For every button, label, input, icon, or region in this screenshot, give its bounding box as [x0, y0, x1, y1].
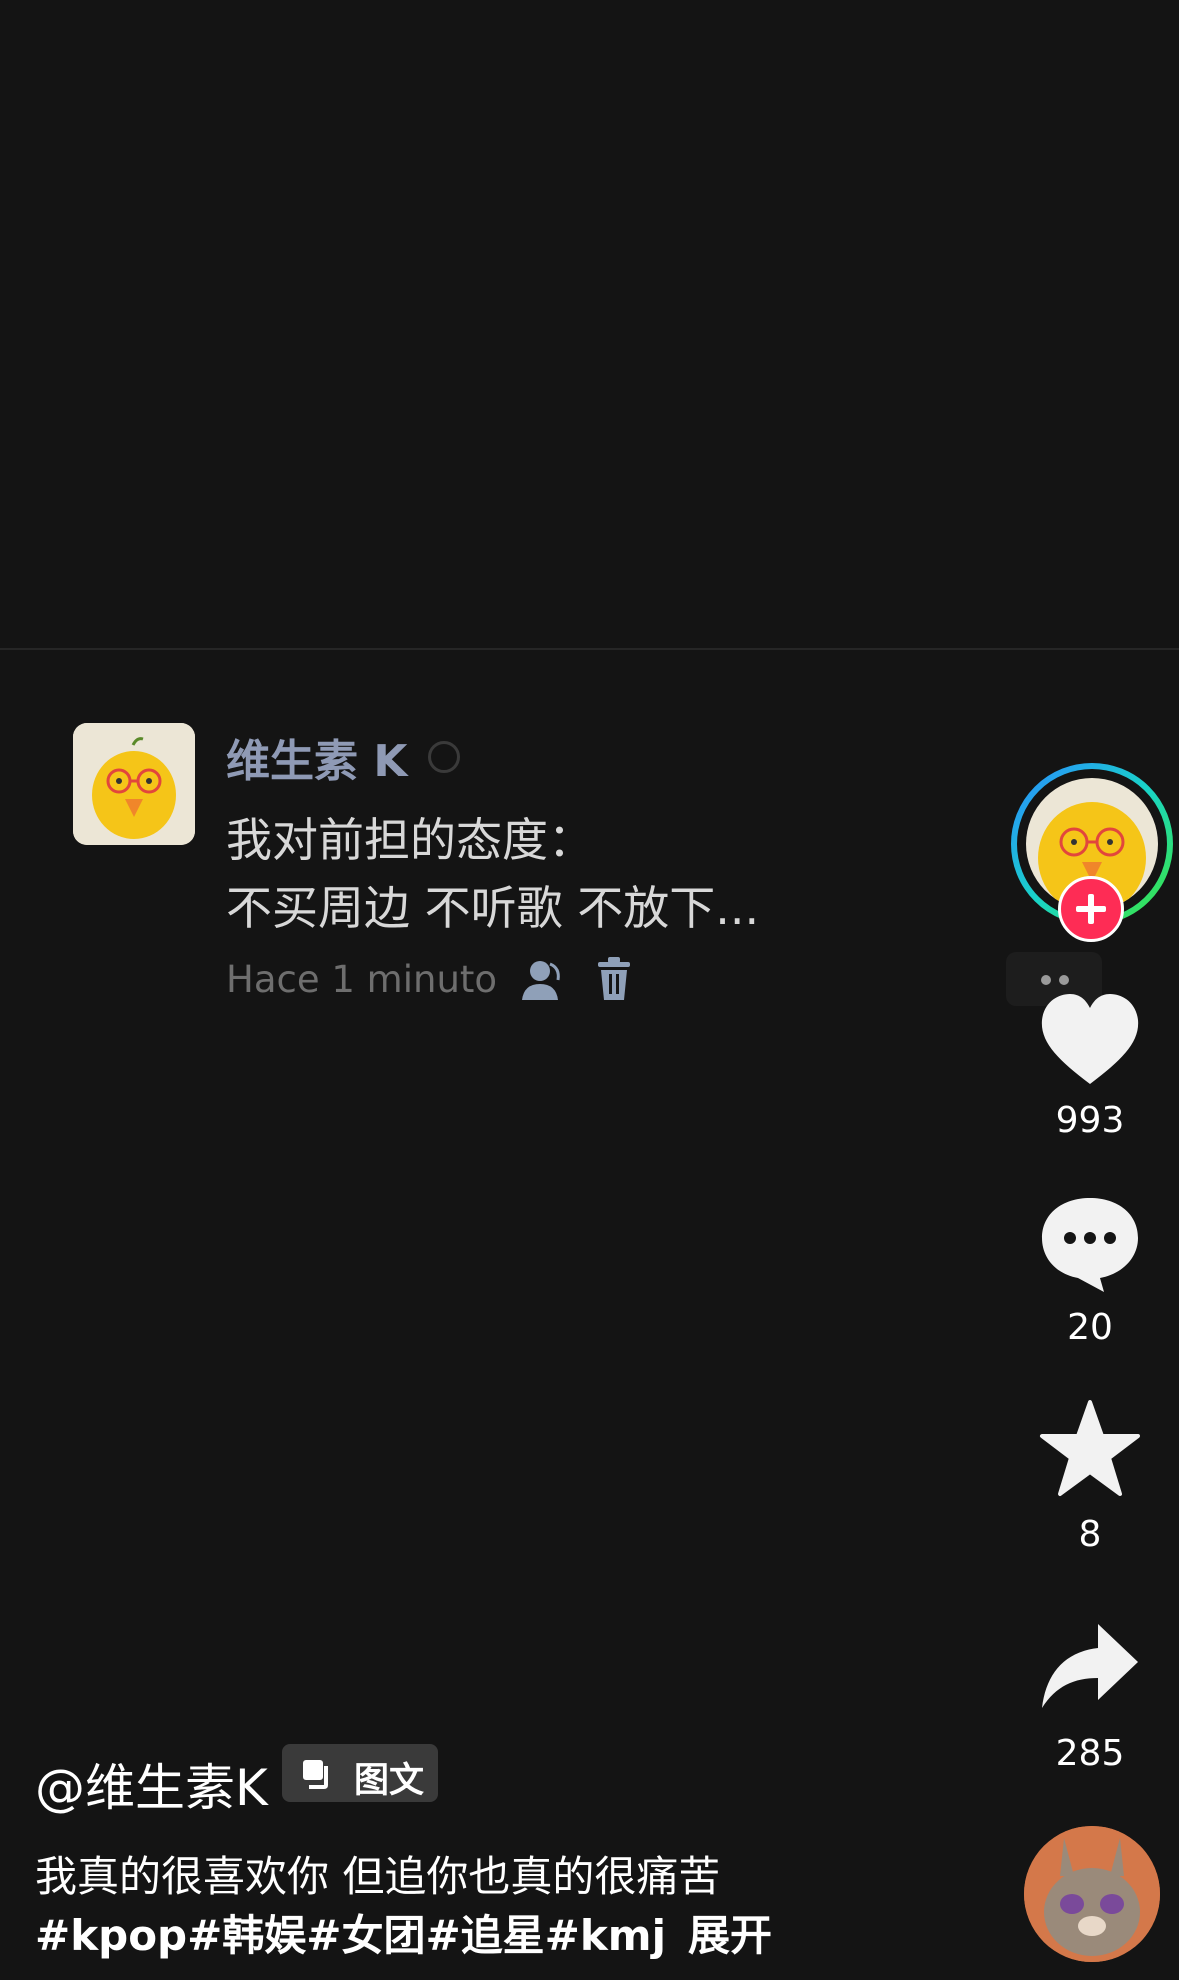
trash-icon: [598, 957, 630, 1000]
user-icon: [522, 961, 560, 1000]
share-count: 285: [1055, 1733, 1125, 1774]
image-post-icon: [303, 1760, 328, 1789]
author-handle[interactable]: @维生素K: [35, 1748, 268, 1820]
post-type-label: 图文: [354, 1761, 425, 1801]
expand-caption-button[interactable]: 展开: [688, 1911, 772, 1960]
post-text-line-2: 不买周边 不听歌 不放下...: [226, 881, 760, 935]
heart-icon[interactable]: [1038, 988, 1142, 1092]
caption-hashtags: #kpop#韩娱#女团#追星#kmj 展开: [35, 1902, 772, 1963]
post-timestamp: Hace 1 minuto: [226, 958, 498, 1001]
image-divider: [0, 648, 1179, 650]
hashtag-list[interactable]: #kpop#韩娱#女团#追星#kmj: [35, 1911, 666, 1960]
plus-icon: [1076, 894, 1106, 924]
post-author-avatar: [73, 723, 195, 845]
follow-button[interactable]: [1058, 876, 1124, 942]
comment-icon[interactable]: [1038, 1192, 1142, 1296]
post-text-line-1: 我对前担的态度：: [226, 813, 594, 867]
post-type-badge: 图文: [282, 1744, 438, 1802]
caption-text: 我真的很喜欢你 但追你也真的很痛苦: [35, 1852, 721, 1901]
like-count: 993: [1055, 1100, 1125, 1141]
loading-ring-icon: [428, 741, 460, 773]
yellow-chick-icon: [73, 723, 195, 845]
comment-count: 20: [1067, 1307, 1113, 1348]
video-feed-screen: 维生素 K 我对前担的态度： 不买周边 不听歌 不放下... Hace 1 mi…: [0, 0, 1179, 1980]
rabbit-character-icon: [1024, 1826, 1160, 1962]
music-disc[interactable]: [1024, 1826, 1160, 1962]
post-author-name[interactable]: 维生素 K: [226, 725, 407, 789]
share-icon[interactable]: [1038, 1616, 1142, 1720]
favorite-count: 8: [1078, 1514, 1102, 1555]
star-icon[interactable]: [1038, 1398, 1142, 1502]
